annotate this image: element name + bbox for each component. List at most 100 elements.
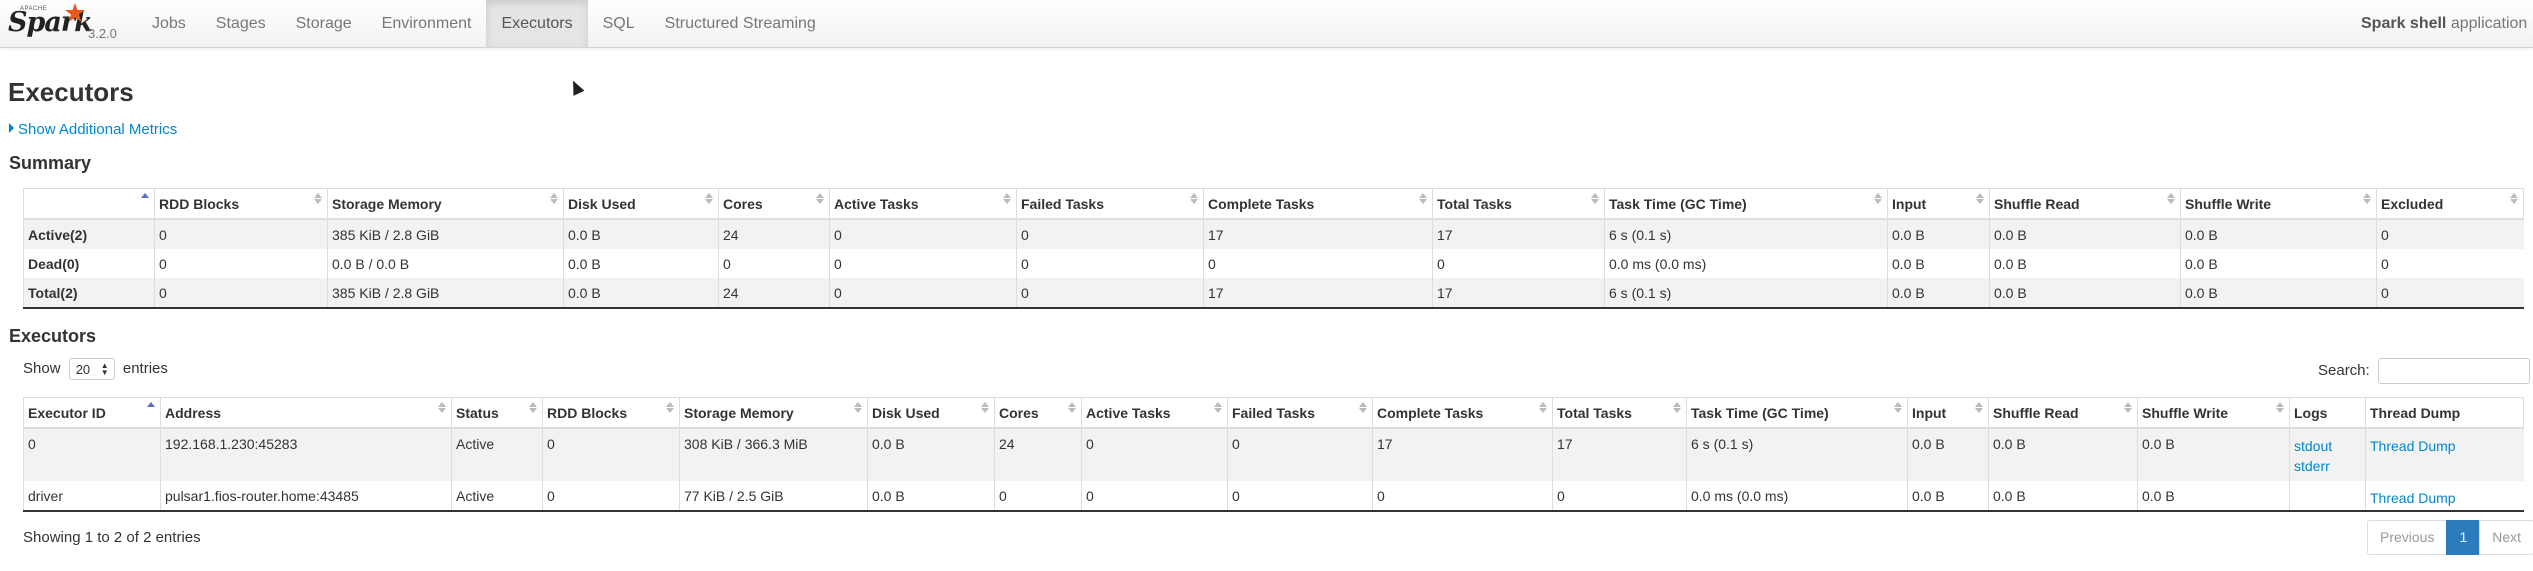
spark-version: 3.2.0 — [88, 26, 117, 41]
executors-header-thread-dump[interactable]: Thread Dump — [2365, 397, 2524, 429]
log-link-stdout[interactable]: stdout — [2294, 436, 2361, 456]
executor-cell-thread-dump: Thread Dump — [2365, 481, 2524, 512]
summary-cell-input: 0.0 B — [1887, 278, 1990, 309]
summary-header-failed-tasks[interactable]: Failed Tasks — [1016, 188, 1204, 220]
star-icon — [65, 3, 85, 22]
summary-header-shuffle-read[interactable]: Shuffle Read — [1989, 188, 2181, 220]
summary-header-rdd-blocks[interactable]: RDD Blocks — [154, 188, 328, 220]
show-additional-metrics-link[interactable]: Show Additional Metrics — [9, 121, 177, 138]
executors-header-active-tasks[interactable]: Active Tasks — [1081, 397, 1228, 429]
thread-dump-link[interactable]: Thread Dump — [2370, 488, 2520, 508]
sort-icon — [438, 402, 446, 413]
summary-header-total-tasks[interactable]: Total Tasks — [1432, 188, 1605, 220]
executor-cell-rdd: 0 — [542, 481, 680, 512]
executor-cell-failed: 0 — [1227, 428, 1373, 481]
summary-header-active-tasks[interactable]: Active Tasks — [829, 188, 1017, 220]
executors-header-cores[interactable]: Cores — [994, 397, 1082, 429]
executor-cell-id: driver — [23, 481, 161, 512]
executor-cell-shuffle-read: 0.0 B — [1988, 428, 2138, 481]
executor-cell-shuffle-write: 0.0 B — [2137, 481, 2290, 512]
sort-icon — [1591, 193, 1599, 204]
executor-cell-storage: 77 KiB / 2.5 GiB — [679, 481, 868, 512]
executors-header-storage-memory[interactable]: Storage Memory — [679, 397, 868, 429]
executors-header-total-tasks[interactable]: Total Tasks — [1552, 397, 1687, 429]
summary-cell-rdd-blocks: 0 — [154, 249, 328, 278]
summary-cell-shuffle-read: 0.0 B — [1989, 278, 2181, 309]
executors-header-status[interactable]: Status — [451, 397, 543, 429]
sort-icon — [981, 402, 989, 413]
summary-header-shuffle-write[interactable]: Shuffle Write — [2180, 188, 2377, 220]
tab-jobs[interactable]: Jobs — [137, 0, 201, 47]
summary-cell-shuffle-write: 0.0 B — [2180, 219, 2377, 249]
summary-cell-shuffle-read: 0.0 B — [1989, 219, 2181, 249]
tab-stages[interactable]: Stages — [201, 0, 281, 47]
executors-header-shuffle-write[interactable]: Shuffle Write — [2137, 397, 2290, 429]
nav-tabs: Jobs Stages Storage Environment Executor… — [137, 0, 831, 47]
summary-title: Summary — [9, 153, 92, 173]
executors-header-failed-tasks[interactable]: Failed Tasks — [1227, 397, 1373, 429]
sort-icon — [2124, 402, 2132, 413]
executors-header-rdd-blocks[interactable]: RDD Blocks — [542, 397, 680, 429]
spark-logo[interactable]: APACHE Spark 3.2.0 — [6, 2, 126, 46]
app-name: Spark shell — [2361, 15, 2447, 32]
executor-cell-id: 0 — [23, 428, 161, 481]
executor-cell-complete: 0 — [1372, 481, 1553, 512]
tab-sql[interactable]: SQL — [588, 0, 650, 47]
summary-header-storage-memory[interactable]: Storage Memory — [327, 188, 564, 220]
executor-cell-cores: 24 — [994, 428, 1082, 481]
tab-structured-streaming[interactable]: Structured Streaming — [650, 0, 831, 47]
sort-icon — [1874, 193, 1882, 204]
thread-dump-link[interactable]: Thread Dump — [2370, 436, 2520, 456]
previous-button[interactable]: Previous — [2367, 520, 2448, 555]
summary-header-status[interactable] — [23, 188, 155, 220]
executors-section-title: Executors — [9, 326, 97, 346]
executor-cell-address: 192.168.1.230:45283 — [160, 428, 452, 481]
app-suffix: application U — [2450, 15, 2533, 32]
sort-icon — [1214, 402, 1222, 413]
summary-header-disk-used[interactable]: Disk Used — [563, 188, 719, 220]
entries-select[interactable]: 20 ▲ ▼ — [68, 358, 115, 380]
executors-header-disk-used[interactable]: Disk Used — [867, 397, 995, 429]
page-1-button[interactable]: 1 — [2446, 520, 2481, 555]
table-info: Showing 1 to 2 of 2 entries — [23, 529, 201, 546]
search-input[interactable] — [2377, 358, 2530, 384]
summary-header-task-time-gc-time[interactable]: Task Time (GC Time) — [1604, 188, 1888, 220]
summary-row: Active(2) 0 385 KiB / 2.8 GiB 0.0 B 24 0 0 17 17… — [23, 219, 2524, 249]
summary-header-cores[interactable]: Cores — [718, 188, 830, 220]
executors-header-logs[interactable]: Logs — [2289, 397, 2366, 429]
executor-cell-address: pulsar1.fios-router.home:43485 — [160, 481, 452, 512]
executor-cell-task-time: 6 s (0.1 s) — [1686, 428, 1908, 481]
summary-header-input[interactable]: Input — [1887, 188, 1990, 220]
executor-row: driver pulsar1.fios-router.home:43485 Acti… — [23, 481, 2524, 512]
tab-executors[interactable]: Executors — [486, 0, 588, 47]
sort-icon — [1190, 193, 1198, 204]
sort-icon — [2276, 402, 2284, 413]
executor-row: 0 192.168.1.230:45283 Active 0 308 KiB / 366… — [23, 428, 2524, 481]
next-button[interactable]: Next — [2479, 520, 2533, 555]
tab-environment[interactable]: Environment — [367, 0, 487, 47]
summary-cell-status: Dead(0) — [23, 249, 155, 278]
sort-icon — [1894, 402, 1902, 413]
sort-icon — [2510, 193, 2518, 204]
summary-cell-failed-tasks: 0 — [1016, 219, 1204, 249]
summary-cell-storage-memory: 0.0 B / 0.0 B — [327, 249, 564, 278]
executors-header-address[interactable]: Address — [160, 397, 452, 429]
executor-cell-input: 0.0 B — [1907, 428, 1989, 481]
summary-header-excluded[interactable]: Excluded — [2376, 188, 2524, 220]
executors-header-task-time-gc-time[interactable]: Task Time (GC Time) — [1686, 397, 1908, 429]
executors-header-complete-tasks[interactable]: Complete Tasks — [1372, 397, 1553, 429]
sort-icon — [2167, 193, 2175, 204]
executors-header-executor-id[interactable]: Executor ID — [23, 397, 161, 429]
sort-icon — [1359, 402, 1367, 413]
show-entries: Show 20 ▲ ▼ entries — [23, 358, 168, 380]
log-link-stderr[interactable]: stderr — [2294, 456, 2361, 476]
summary-row: Total(2) 0 385 KiB / 2.8 GiB 0.0 B 24 0 0 17 17 6… — [23, 278, 2524, 309]
summary-cell-task-time-gc-time: 0.0 ms (0.0 ms) — [1604, 249, 1888, 278]
summary-cell-total-tasks: 17 — [1432, 278, 1605, 309]
executors-header-input[interactable]: Input — [1907, 397, 1989, 429]
executors-header-shuffle-read[interactable]: Shuffle Read — [1988, 397, 2138, 429]
summary-cell-excluded: 0 — [2376, 219, 2524, 249]
sort-icon — [1003, 193, 1011, 204]
tab-storage[interactable]: Storage — [281, 0, 367, 47]
summary-header-complete-tasks[interactable]: Complete Tasks — [1203, 188, 1433, 220]
